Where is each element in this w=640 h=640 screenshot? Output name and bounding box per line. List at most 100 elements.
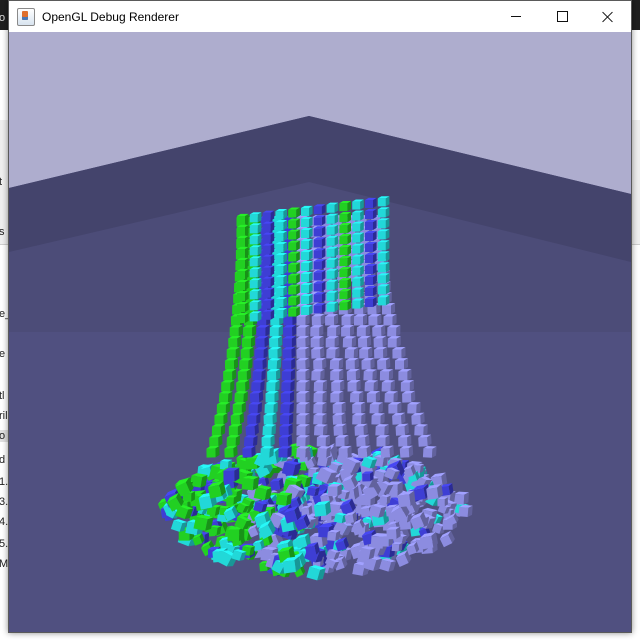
cube-block: [282, 346, 296, 359]
window-title-bar[interactable]: OpenGL Debug Renderer: [9, 1, 631, 32]
cube-block: [313, 292, 326, 303]
close-button[interactable]: [585, 1, 631, 32]
cube-block: [296, 402, 310, 414]
cube-block: [249, 223, 262, 234]
cube-block: [216, 402, 231, 414]
cube-block: [326, 347, 340, 359]
cube-block: [269, 335, 283, 348]
cube-block: [391, 542, 403, 552]
cube-block: [338, 445, 352, 458]
cube-block: [237, 301, 249, 312]
cube-block: [253, 357, 267, 370]
cube-block: [317, 446, 331, 458]
cube-block: [313, 380, 328, 392]
cube-block: [327, 483, 342, 497]
cube-block: [359, 346, 373, 359]
cube-block: [237, 268, 249, 279]
cube-block: [332, 401, 346, 414]
cube-block: [313, 424, 328, 436]
cube-block: [352, 287, 364, 298]
cube-block: [369, 402, 384, 414]
cube-block: [365, 263, 377, 274]
cube-block: [237, 224, 249, 235]
cube-block: [288, 273, 300, 284]
cube-block: [375, 424, 389, 436]
cube-block: [342, 336, 357, 348]
cube-block: [229, 325, 243, 337]
cube-block: [339, 278, 351, 289]
cube-block: [301, 271, 313, 282]
cube-block: [339, 223, 351, 234]
close-icon: [602, 11, 614, 23]
cube-block: [249, 212, 262, 223]
cube-block: [357, 335, 372, 348]
cube-block: [275, 242, 287, 253]
cube-block: [288, 262, 300, 273]
cube-block: [243, 435, 258, 447]
cube-block: [243, 325, 257, 337]
cube-block: [218, 391, 233, 403]
cube-block: [280, 391, 295, 403]
cube-block: [249, 311, 262, 322]
cube-block: [339, 289, 351, 300]
cube-block: [402, 390, 416, 403]
cube-block: [387, 325, 401, 337]
cube-block: [365, 208, 377, 219]
cube-block: [313, 237, 326, 248]
cube-block: [296, 335, 310, 348]
cube-block: [365, 241, 377, 252]
cube-block: [275, 209, 287, 220]
cube-block: [398, 369, 412, 381]
cube-block: [301, 304, 313, 315]
cube-block: [264, 402, 278, 414]
cube-block: [288, 207, 300, 218]
cube-block: [249, 267, 262, 278]
cube-block: [249, 234, 262, 245]
cube-block: [325, 336, 339, 348]
scene-canvas[interactable]: [9, 32, 631, 632]
cube-block: [255, 335, 269, 348]
cube-block: [377, 207, 390, 218]
cube-block: [388, 402, 402, 414]
cube-block: [335, 434, 349, 447]
opengl-viewport[interactable]: [9, 32, 631, 632]
cube-block: [407, 402, 421, 414]
cube-block: [365, 197, 377, 208]
cube-block: [288, 284, 300, 295]
cube-block: [262, 287, 275, 298]
cube-block: [377, 357, 391, 370]
cube-block: [311, 369, 325, 381]
cube-block: [352, 232, 364, 243]
cube-block: [377, 218, 390, 229]
cube-block: [232, 402, 246, 414]
cube-block: [301, 216, 313, 227]
cube-block: [437, 497, 448, 507]
cube-block: [237, 235, 249, 246]
cube-block: [301, 205, 313, 216]
cube-block: [262, 276, 275, 287]
cube-block: [266, 380, 280, 392]
cube-block: [234, 391, 248, 403]
cube-block: [226, 495, 238, 505]
cube-block: [398, 434, 412, 447]
cube-block: [296, 368, 310, 381]
cube-block: [331, 379, 345, 392]
maximize-button[interactable]: [539, 1, 585, 32]
cube-block: [366, 391, 380, 403]
java-app-icon[interactable]: [17, 7, 35, 26]
cube-block: [326, 202, 339, 213]
cube-block: [301, 238, 313, 249]
cube-block: [226, 347, 240, 359]
cube-block: [249, 256, 262, 267]
maximize-icon: [556, 11, 568, 22]
cube-block: [313, 259, 326, 270]
minimize-button[interactable]: [493, 1, 539, 32]
cube-block: [296, 435, 310, 447]
cube-block: [240, 346, 254, 359]
cube-block: [275, 297, 287, 308]
cube-block: [377, 262, 390, 273]
cube-block: [241, 475, 260, 491]
minimize-icon: [511, 16, 521, 17]
cube-block: [288, 229, 300, 240]
cube-block: [254, 347, 268, 359]
